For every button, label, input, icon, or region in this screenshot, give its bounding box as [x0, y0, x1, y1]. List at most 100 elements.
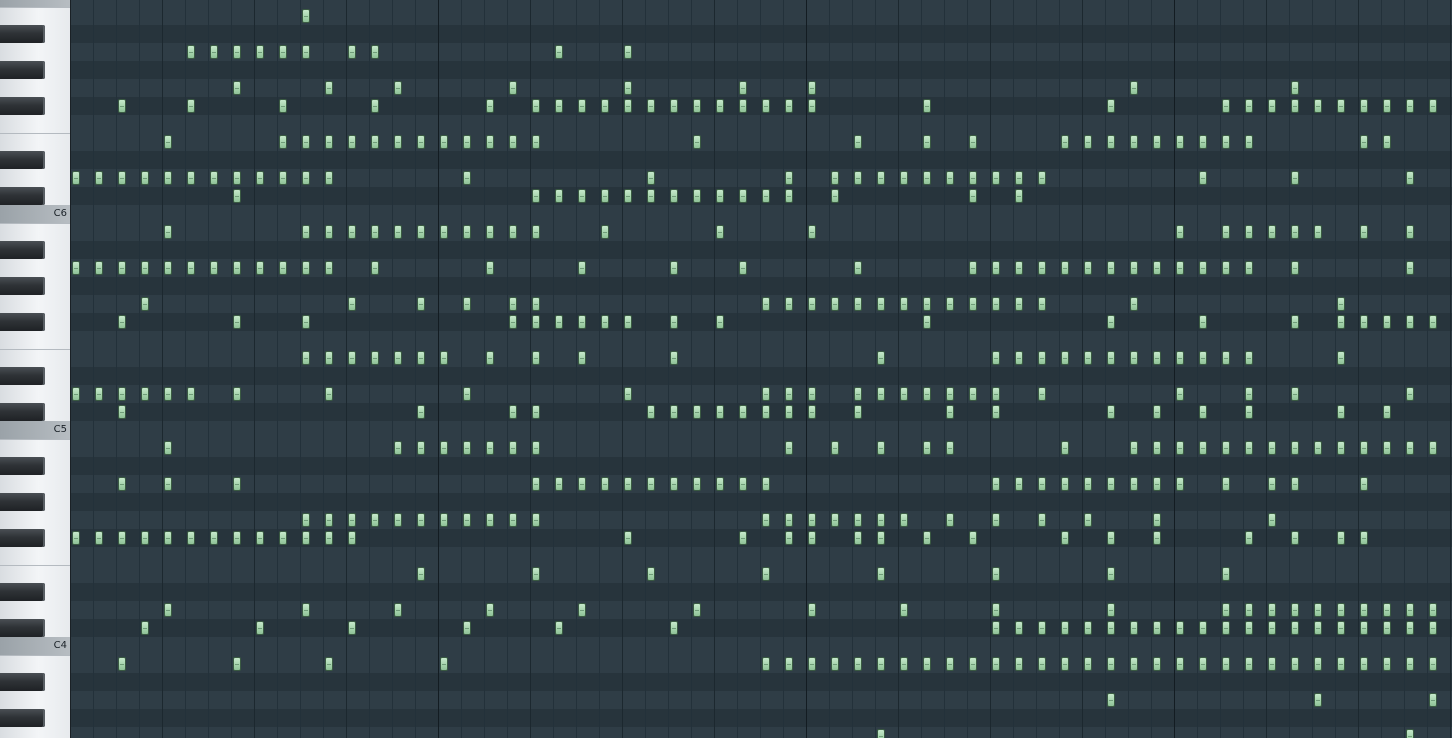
note[interactable] [1038, 351, 1046, 365]
note[interactable] [1360, 315, 1368, 329]
note[interactable] [1038, 657, 1046, 671]
note[interactable] [1383, 621, 1391, 635]
note[interactable] [1360, 531, 1368, 545]
black-key[interactable] [0, 709, 45, 727]
note[interactable] [877, 351, 885, 365]
note[interactable] [164, 477, 172, 491]
note[interactable] [1107, 99, 1115, 113]
note[interactable] [118, 171, 126, 185]
note[interactable] [1061, 135, 1069, 149]
note[interactable] [785, 513, 793, 527]
note[interactable] [486, 441, 494, 455]
note[interactable] [831, 441, 839, 455]
note[interactable] [302, 45, 310, 59]
note[interactable] [1337, 603, 1345, 617]
note[interactable] [417, 225, 425, 239]
note[interactable] [325, 531, 333, 545]
note[interactable] [578, 351, 586, 365]
note[interactable] [463, 513, 471, 527]
note[interactable] [1291, 603, 1299, 617]
grid-row[interactable] [71, 547, 1452, 565]
note[interactable] [279, 261, 287, 275]
note[interactable] [1429, 315, 1437, 329]
note[interactable] [946, 387, 954, 401]
note[interactable] [1015, 477, 1023, 491]
note[interactable] [1291, 225, 1299, 239]
note[interactable] [1429, 99, 1437, 113]
note[interactable] [187, 531, 195, 545]
note[interactable] [1222, 477, 1230, 491]
note[interactable] [440, 657, 448, 671]
note[interactable] [141, 387, 149, 401]
note[interactable] [647, 567, 655, 581]
note[interactable] [900, 171, 908, 185]
note[interactable] [1245, 99, 1253, 113]
note[interactable] [1153, 531, 1161, 545]
note[interactable] [95, 171, 103, 185]
black-key[interactable] [0, 493, 45, 511]
note[interactable] [992, 513, 1000, 527]
note[interactable] [1153, 441, 1161, 455]
note[interactable] [1130, 621, 1138, 635]
note[interactable] [1222, 621, 1230, 635]
note[interactable] [1084, 513, 1092, 527]
note[interactable] [601, 99, 609, 113]
note[interactable] [1314, 99, 1322, 113]
note[interactable] [417, 135, 425, 149]
note[interactable] [1107, 351, 1115, 365]
note[interactable] [1429, 441, 1437, 455]
note[interactable] [1107, 315, 1115, 329]
note[interactable] [1199, 171, 1207, 185]
note[interactable] [854, 405, 862, 419]
note[interactable] [141, 171, 149, 185]
note[interactable] [1015, 351, 1023, 365]
note[interactable] [348, 351, 356, 365]
note[interactable] [854, 657, 862, 671]
note[interactable] [1176, 261, 1184, 275]
note[interactable] [1130, 477, 1138, 491]
note[interactable] [1360, 657, 1368, 671]
note[interactable] [463, 621, 471, 635]
note[interactable] [1360, 99, 1368, 113]
note[interactable] [1337, 315, 1345, 329]
note[interactable] [923, 531, 931, 545]
note[interactable] [210, 531, 218, 545]
note[interactable] [440, 441, 448, 455]
note[interactable] [1107, 603, 1115, 617]
note[interactable] [1337, 441, 1345, 455]
note[interactable] [854, 261, 862, 275]
note[interactable] [969, 531, 977, 545]
note[interactable] [1153, 657, 1161, 671]
note[interactable] [1291, 657, 1299, 671]
note[interactable] [992, 477, 1000, 491]
note[interactable] [233, 387, 241, 401]
note[interactable] [95, 261, 103, 275]
black-key[interactable] [0, 457, 45, 475]
grid-row[interactable] [71, 313, 1452, 331]
note[interactable] [1199, 441, 1207, 455]
note[interactable] [509, 297, 517, 311]
note[interactable] [1061, 351, 1069, 365]
grid-row[interactable] [71, 583, 1452, 601]
note[interactable] [877, 513, 885, 527]
note[interactable] [463, 387, 471, 401]
note[interactable] [739, 261, 747, 275]
black-key[interactable] [0, 367, 45, 385]
note[interactable] [1015, 297, 1023, 311]
note[interactable] [233, 261, 241, 275]
note[interactable] [1314, 657, 1322, 671]
note[interactable] [969, 297, 977, 311]
note[interactable] [1015, 171, 1023, 185]
note[interactable] [118, 531, 126, 545]
note[interactable] [992, 387, 1000, 401]
note[interactable] [1222, 225, 1230, 239]
note[interactable] [992, 297, 1000, 311]
black-key[interactable] [0, 313, 45, 331]
note[interactable] [233, 171, 241, 185]
note[interactable] [555, 45, 563, 59]
note[interactable] [233, 45, 241, 59]
note[interactable] [601, 477, 609, 491]
note[interactable] [762, 657, 770, 671]
note[interactable] [210, 45, 218, 59]
note[interactable] [1406, 603, 1414, 617]
